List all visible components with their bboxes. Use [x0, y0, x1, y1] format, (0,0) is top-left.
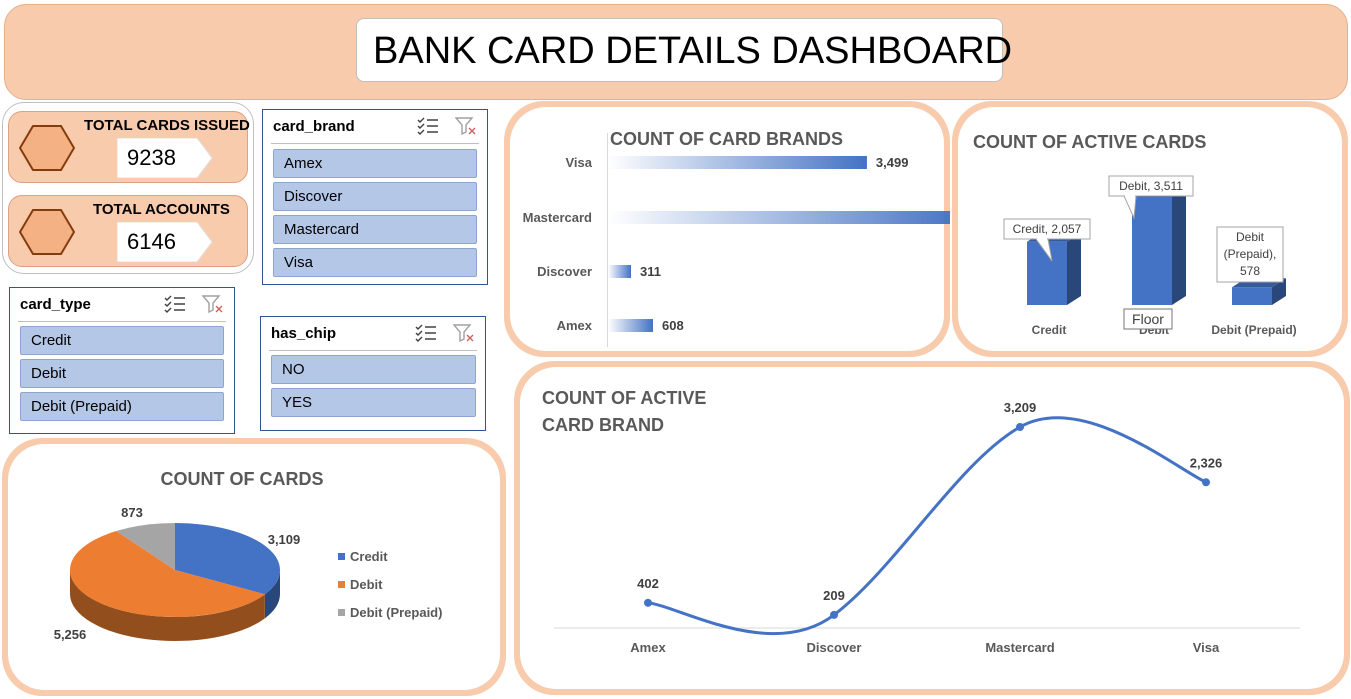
clear-filter-icon[interactable]	[202, 294, 224, 314]
legend-label: Debit	[350, 577, 383, 592]
kpi-value-box: 9238	[117, 138, 213, 178]
chart-title: COUNT OF ACTIVE CARDS	[973, 132, 1206, 152]
line-point-visa[interactable]	[1202, 478, 1210, 487]
slicer-item-credit[interactable]: Credit	[20, 326, 224, 355]
chart-title: COUNT OF ACTIVE CARD BRAND	[542, 388, 711, 435]
pie-value-label: 5,256	[54, 627, 87, 642]
multi-select-icon[interactable]	[417, 116, 439, 136]
column-category-label: Debit (Prepaid)	[1211, 323, 1296, 337]
line-category-label: Mastercard	[985, 640, 1054, 655]
slicer-item-debit[interactable]: Debit	[20, 359, 224, 388]
line-value-label: 209	[823, 588, 845, 603]
slicer-card-brand[interactable]: card_brand Amex Discover Mastercard Visa	[262, 109, 488, 285]
clear-filter-icon[interactable]	[455, 116, 477, 136]
active-cards-chart: COUNT OF ACTIVE CARDS Credit Debit Debit (…	[973, 132, 1297, 337]
bar-value-label: 608	[662, 318, 684, 333]
kpi-value: 9238	[127, 145, 176, 170]
legend-swatch	[338, 553, 345, 560]
legend-label: Credit	[350, 549, 388, 564]
slicer-title: card_type	[20, 296, 91, 313]
legend-swatch	[338, 609, 345, 616]
column-debit-prepaid[interactable]	[1232, 287, 1272, 305]
bar-mastercard[interactable]	[608, 211, 950, 224]
line-point-amex[interactable]	[644, 598, 652, 607]
dashboard-title: BANK CARD DETAILS DASHBOARD	[356, 18, 1012, 82]
slicer-item-no[interactable]: NO	[271, 355, 476, 384]
kpi-total-cards-issued[interactable]: TOTAL CARDS ISSUED 9238	[8, 111, 250, 183]
count-of-cards-chart: COUNT OF CARDS 3,109 5,256 873 Credit Debit D…	[54, 469, 443, 642]
line-category-label: Amex	[630, 640, 666, 655]
column-category-label: Credit	[1032, 323, 1067, 337]
bar-visa[interactable]	[608, 156, 867, 169]
bar-category-label: Mastercard	[523, 210, 592, 225]
line-value-label: 2,326	[1190, 455, 1223, 470]
active-card-brand-chart: COUNT OF ACTIVE CARD BRAND 402 Amex 209 Dis…	[542, 388, 1300, 655]
bar-value-label: 311	[640, 264, 661, 279]
multi-select-icon[interactable]	[164, 294, 186, 314]
callout-text: Credit, 2,057	[1013, 222, 1082, 236]
chart-title: COUNT OF CARDS	[161, 469, 324, 489]
slicer-divider	[271, 143, 479, 144]
clear-filter-icon[interactable]	[453, 323, 475, 343]
slicer-icons	[417, 116, 477, 136]
column-debit[interactable]	[1132, 197, 1172, 305]
bar-category-label: Visa	[565, 155, 592, 170]
slicer-title: has_chip	[271, 325, 337, 342]
legend-swatch	[338, 581, 345, 588]
column-side	[1067, 232, 1081, 305]
line-category-label: Discover	[807, 640, 862, 655]
slicer-divider	[269, 350, 477, 351]
bar-category-label: Discover	[537, 264, 592, 279]
column-side	[1172, 188, 1186, 305]
slicer-item-yes[interactable]: YES	[271, 388, 476, 417]
line-value-label: 402	[637, 576, 659, 591]
kpi-label: TOTAL ACCOUNTS	[93, 201, 230, 218]
column-callout: Debit (Prepaid), 578	[1216, 226, 1284, 283]
line-value-label: 3,209	[1004, 400, 1037, 415]
chart-title: COUNT OF CARD BRANDS	[610, 129, 843, 149]
kpi-label: TOTAL CARDS ISSUED	[84, 117, 250, 134]
slicer-item-amex[interactable]: Amex	[273, 149, 477, 178]
kpi-value-box: 6146	[117, 222, 213, 262]
line-point-discover[interactable]	[830, 610, 838, 619]
line-series[interactable]	[647, 416, 1207, 635]
line-point-mastercard[interactable]	[1016, 423, 1024, 431]
callout-text: 578	[1240, 264, 1260, 278]
slicer-card-type[interactable]: card_type Credit Debit Debit (Prepaid)	[9, 287, 235, 434]
slicer-has-chip[interactable]: has_chip NO YES	[260, 316, 486, 431]
slicer-item-debit-prepaid[interactable]: Debit (Prepaid)	[20, 392, 224, 421]
callout-text: Debit, 3,511	[1119, 179, 1183, 193]
kpi-value: 6146	[127, 229, 176, 254]
slicer-item-visa[interactable]: Visa	[273, 248, 477, 277]
bar-discover[interactable]	[608, 265, 632, 278]
slicer-icons	[415, 323, 475, 343]
slicer-title: card_brand	[273, 118, 355, 135]
svg-text:Floor: Floor	[1132, 311, 1164, 327]
chart-tooltip: Floor	[1123, 308, 1173, 330]
slicer-item-mastercard[interactable]: Mastercard	[273, 215, 477, 244]
pie-value-label: 873	[121, 505, 143, 520]
bar-value-label: 3,499	[876, 155, 909, 170]
bar-amex[interactable]	[608, 319, 653, 332]
hexagon-icon	[19, 125, 75, 171]
slicer-item-discover[interactable]: Discover	[273, 182, 477, 211]
kpi-total-accounts[interactable]: TOTAL ACCOUNTS 6146	[8, 195, 248, 267]
slicer-icons	[164, 294, 224, 314]
multi-select-icon[interactable]	[415, 323, 437, 343]
hexagon-icon	[19, 209, 75, 255]
legend-label: Debit (Prepaid)	[350, 605, 442, 620]
line-category-label: Visa	[1193, 640, 1220, 655]
callout-text: Debit	[1236, 230, 1265, 244]
card-brands-chart: COUNT OF CARD BRANDS Visa 3,499 Mastercard…	[523, 129, 950, 347]
callout-text: (Prepaid),	[1224, 247, 1277, 261]
bar-category-label: Amex	[557, 318, 593, 333]
slicer-divider	[18, 321, 226, 322]
pie-value-label: 3,109	[268, 532, 301, 547]
